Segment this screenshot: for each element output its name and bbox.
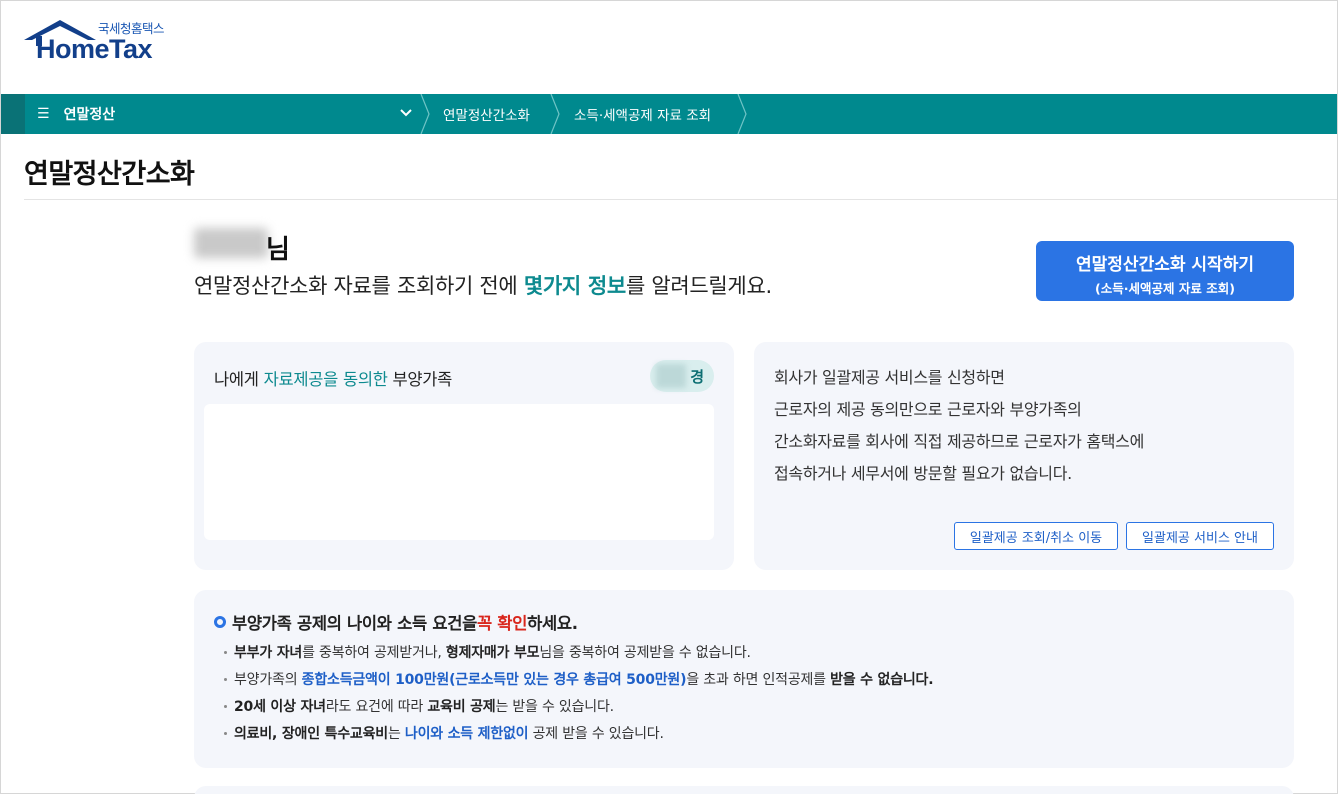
company-bulk-service-card: 회사가 일괄제공 서비스를 신청하면 근로자의 제공 동의만으로 근로자와 부양… (754, 342, 1294, 570)
hamburger-icon: ☰ (37, 106, 50, 122)
consent-card-title: 나에게 자료제공을 동의한 부양가족 (214, 366, 452, 390)
greeting-text: 연말정산간소화 자료를 조회하기 전에 몇가지 정보를 알려드릴게요. (194, 270, 772, 300)
dependents-list-redacted (204, 404, 714, 540)
consent-count-pill[interactable]: 경 (650, 360, 714, 392)
notice-list: 부부가 자녀를 중복하여 공제받거나, 형제자매가 부모님을 중복하여 공제받을… (222, 640, 934, 748)
start-simplified-button[interactable]: 연말정산간소화 시작하기 (소득·세액공제 자료 조회) (1036, 241, 1294, 301)
nav-menu-button[interactable]: ☰ 연말정산 (37, 94, 115, 134)
next-section-card (194, 786, 1294, 794)
consent-title-prefix: 나에게 (214, 370, 264, 389)
description-line: 회사가 일괄제공 서비스를 신청하면 (774, 368, 1005, 387)
notice-item: 20세 이상 자녀라도 요건에 따라 교육비 공제는 받을 수 있습니다. (222, 694, 933, 721)
breadcrumb-separator-icon (737, 94, 747, 134)
pill-text: 경 (690, 368, 704, 386)
description-line: 근로자의 제공 동의만으로 근로자와 부양가족의 (774, 400, 1082, 419)
company-service-description: 회사가 일괄제공 서비스를 신청하면 근로자의 제공 동의만으로 근로자와 부양… (774, 362, 1144, 490)
nav-bar: ☰ 연말정산 연말정산간소화 소득·세액공제 자료 조회 (1, 94, 1337, 134)
logo-name: HomeTax (36, 34, 153, 64)
breadcrumb-item-2[interactable]: 소득·세액공제 자료 조회 (574, 94, 711, 134)
user-name-redacted (194, 228, 268, 258)
bulk-inquiry-cancel-button[interactable]: 일괄제공 조회/취소 이동 (954, 522, 1118, 550)
nav-menu-label: 연말정산 (63, 107, 116, 123)
start-button-sublabel: (소득·세액공제 자료 조회) (1095, 281, 1235, 296)
title-divider (24, 199, 1337, 200)
notice-heading-prefix: 부양가족 공제의 나이와 소득 요건을 (232, 614, 477, 633)
greeting-prefix: 연말정산간소화 자료를 조회하기 전에 (194, 274, 524, 298)
breadcrumb-item-1[interactable]: 연말정산간소화 (443, 94, 530, 134)
hometax-logo[interactable]: 국세청홈택스 HomeTax (22, 14, 182, 66)
notice-heading: 부양가족 공제의 나이와 소득 요건을 꼭 확인 하세요. (214, 610, 578, 634)
notice-heading-suffix: 하세요. (527, 614, 578, 633)
greeting-suffix: 를 알려드릴게요. (625, 274, 772, 298)
notice-item: 부부가 자녀를 중복하여 공제받거나, 형제자매가 부모님을 중복하여 공제받을… (222, 640, 933, 667)
consent-title-suffix: 부양가족 (387, 370, 453, 389)
greeting-highlight: 몇가지 정보 (523, 274, 626, 298)
notice-heading-emphasis: 꼭 확인 (476, 614, 528, 633)
circle-bullet-icon (214, 616, 226, 628)
breadcrumb-separator-icon (420, 94, 430, 134)
start-button-label: 연말정산간소화 시작하기 (1076, 255, 1254, 275)
breadcrumb-separator-icon (550, 94, 560, 134)
consent-title-highlight: 자료제공을 동의한 (263, 370, 388, 389)
description-line: 간소화자료를 회사에 직접 제공하므로 근로자가 홈택스에 (774, 432, 1145, 451)
notice-item: 부양가족의 종합소득금액이 100만원(근로소득만 있는 경우 총급여 500만… (222, 667, 934, 694)
dependent-requirements-notice: 부양가족 공제의 나이와 소득 요건을 꼭 확인 하세요. 부부가 자녀를 중복하… (194, 590, 1294, 768)
notice-item: 의료비, 장애인 특수교육비는 나이와 소득 제한없이 공제 받을 수 있습니다… (222, 721, 933, 748)
description-line: 접속하거나 세무서에 방문할 필요가 없습니다. (774, 464, 1072, 483)
bulk-service-guide-button[interactable]: 일괄제공 서비스 안내 (1126, 522, 1274, 550)
user-name-suffix: 님 (266, 235, 290, 265)
chevron-down-icon[interactable] (399, 105, 413, 119)
pill-redacted (656, 364, 686, 388)
nav-left-strip (1, 94, 25, 134)
page-title: 연말정산간소화 (24, 159, 195, 190)
consent-dependents-card: 나에게 자료제공을 동의한 부양가족 경 (194, 342, 734, 570)
